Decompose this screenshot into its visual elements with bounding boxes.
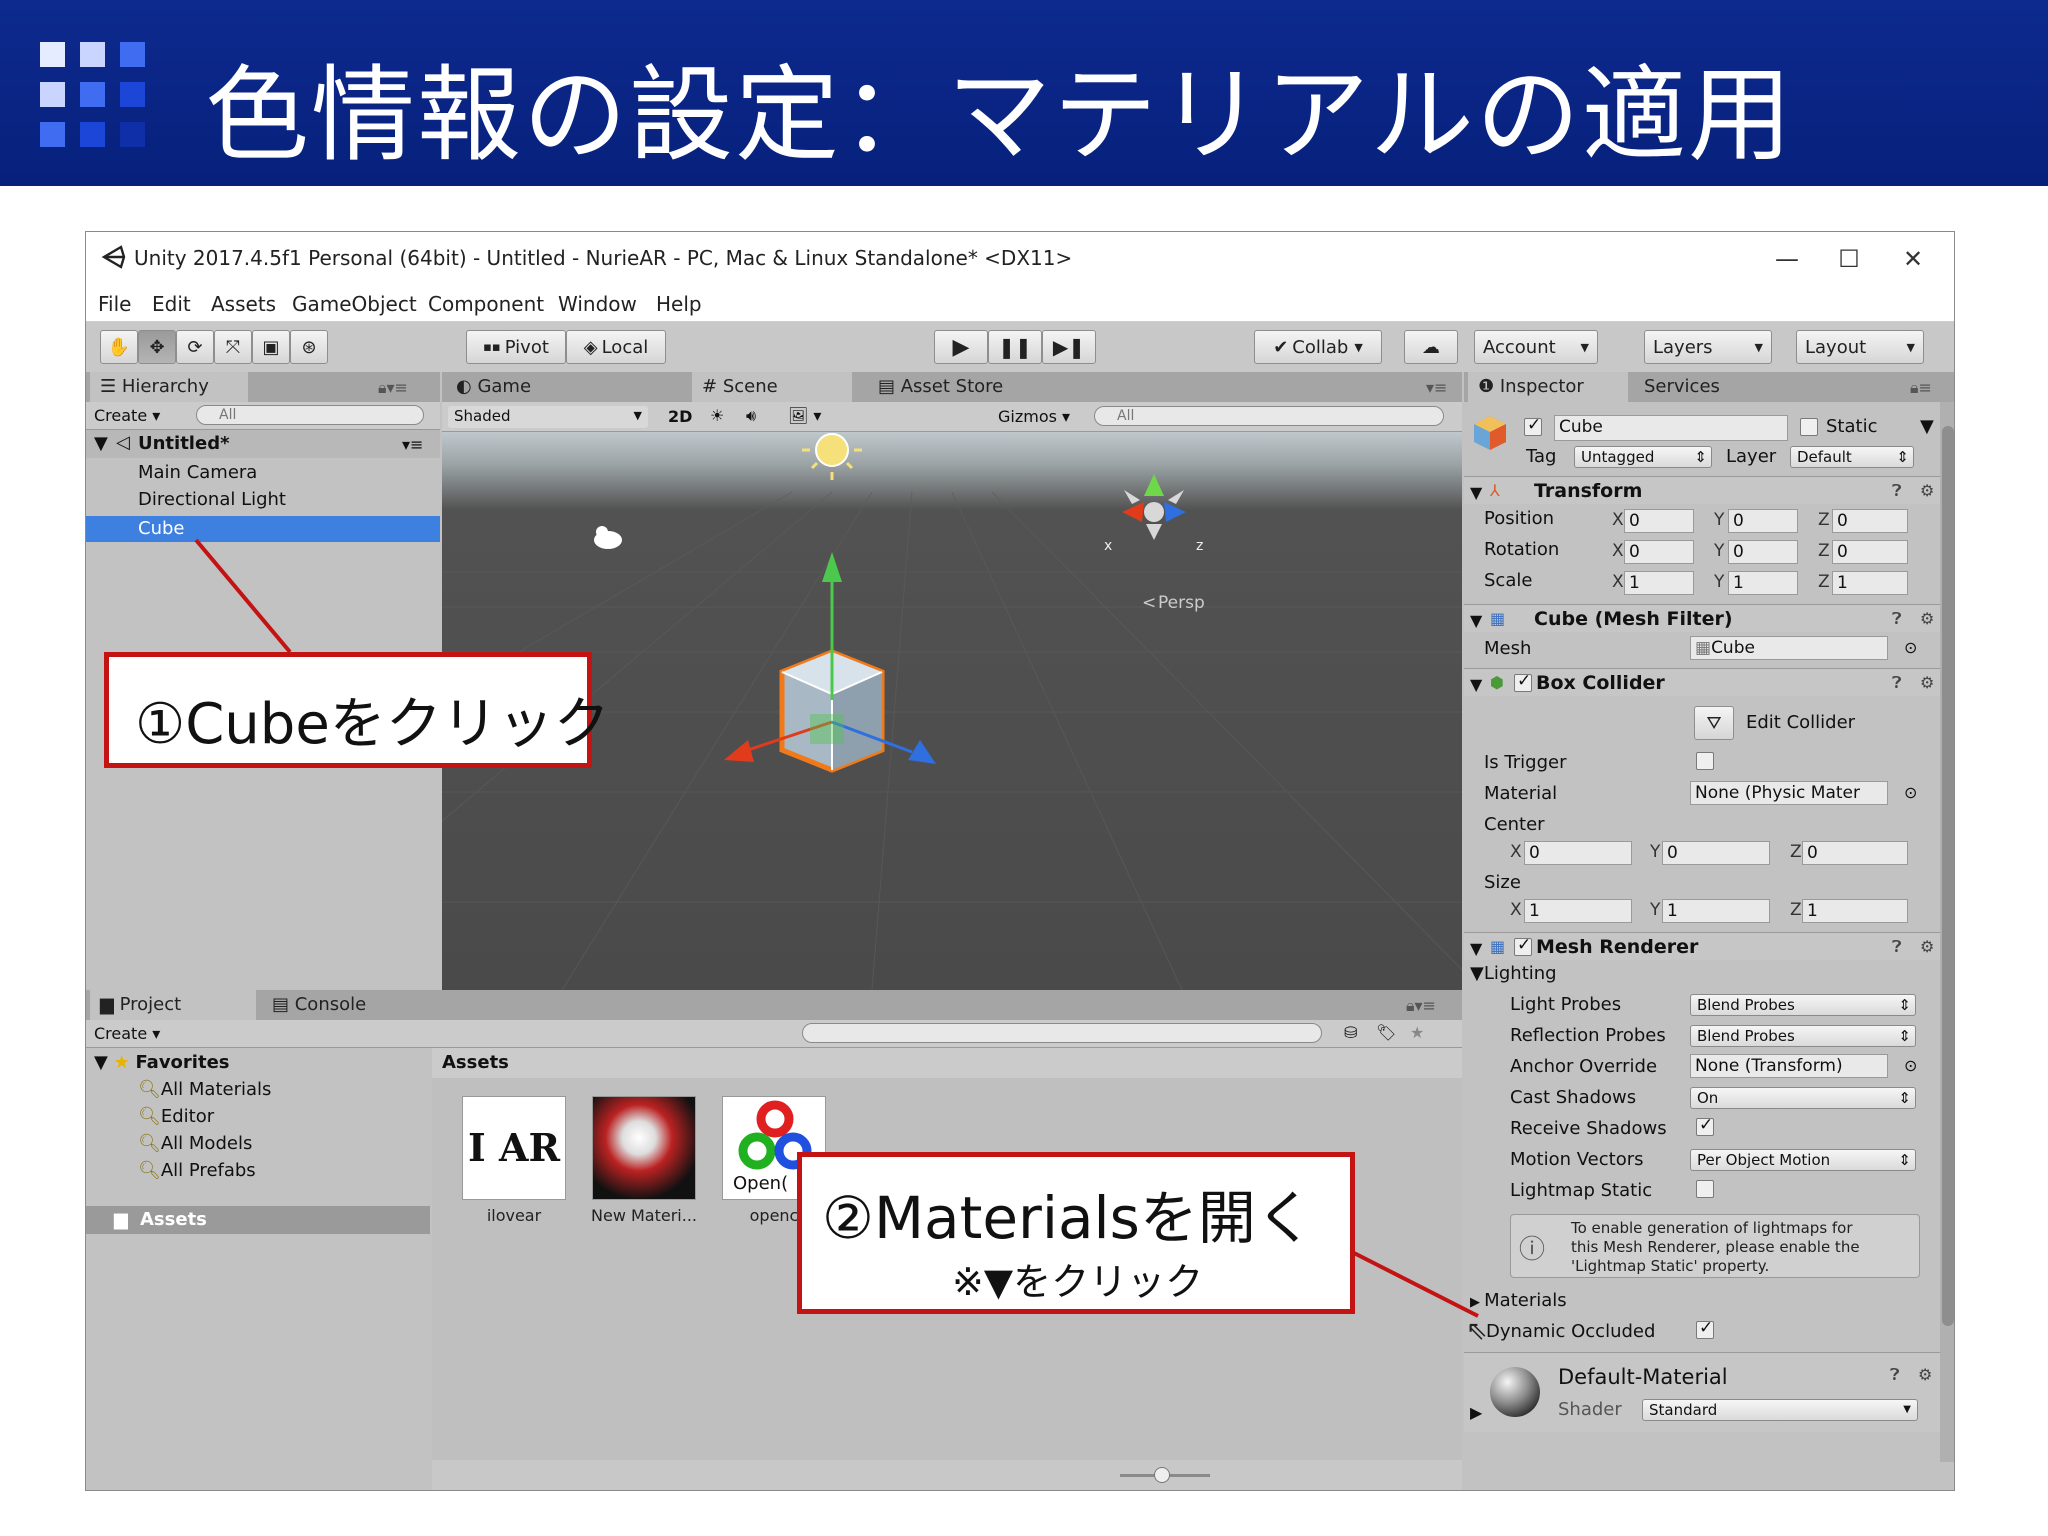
- callout-cube-click-text: ①Cubeをクリック: [135, 692, 610, 757]
- callout-materials-note: ※▼をクリック: [952, 1260, 1204, 1304]
- callout-cube-click: ①Cubeをクリック: [104, 652, 610, 768]
- callout-materials-open: ②Materialsを開く ※▼をクリック: [797, 1152, 1355, 1314]
- callout-materials-open-text: ②Materialsを開く: [822, 1184, 1314, 1252]
